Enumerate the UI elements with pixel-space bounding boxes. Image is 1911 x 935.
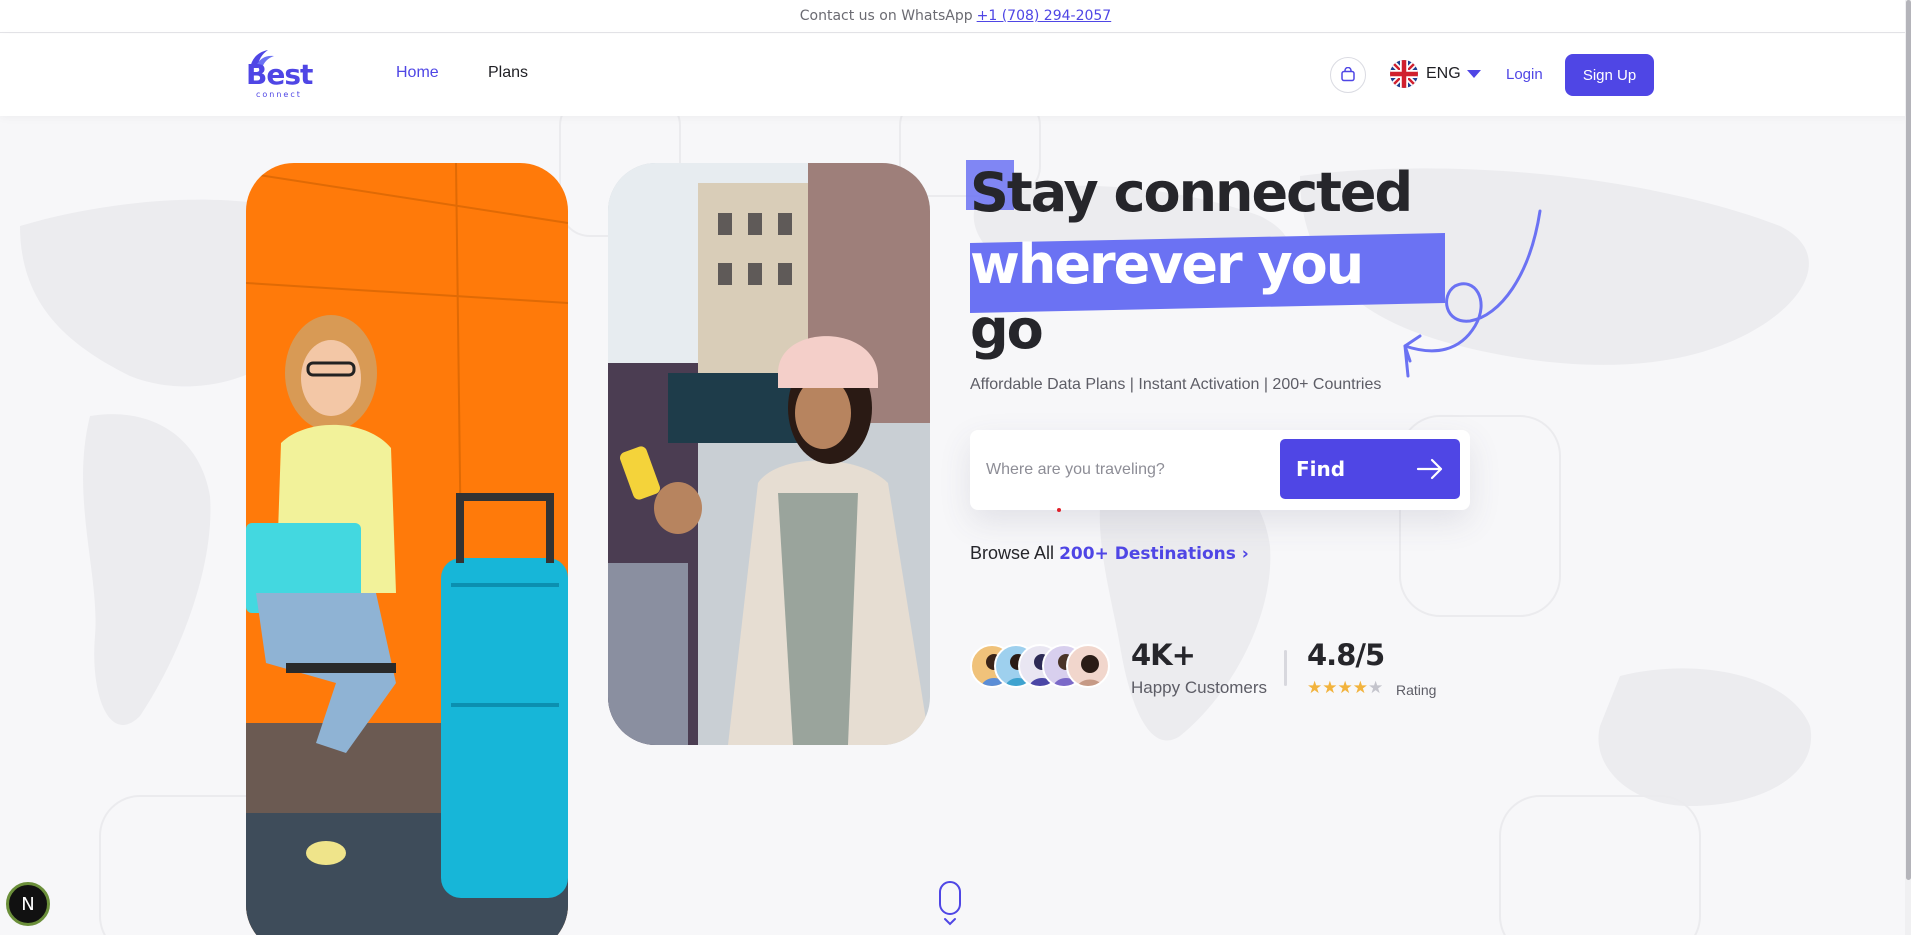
star-icon: ★: [1322, 678, 1338, 698]
star-icon: ★: [1352, 678, 1368, 698]
traveler-photo-left: [246, 163, 568, 935]
destination-search-input[interactable]: [986, 448, 1276, 492]
contact-text: Contact us on WhatsApp: [799, 8, 973, 24]
logo[interactable]: Best connect: [246, 48, 320, 102]
bag-icon: [1341, 67, 1355, 82]
whatsapp-phone-link[interactable]: +1 (708) 294-2057: [977, 8, 1112, 24]
stats-divider: [1284, 650, 1287, 686]
nav-home[interactable]: Home: [396, 64, 439, 82]
login-link[interactable]: Login: [1506, 66, 1543, 83]
star-icon: ★: [1337, 678, 1353, 698]
contact-bar: Contact us on WhatsApp +1 (708) 294-2057: [0, 0, 1911, 33]
find-button-label: Find: [1296, 457, 1346, 481]
rating-label: Rating: [1396, 682, 1437, 698]
customer-avatars: [970, 644, 1112, 692]
language-label[interactable]: ENG: [1426, 65, 1461, 83]
squiggle-arrow-icon: [1403, 209, 1542, 378]
cursor-dot: [1057, 508, 1061, 512]
rating-value: 4.8/5: [1307, 638, 1385, 672]
site-header: Best connect Home Plans ENG Login Sign U…: [0, 34, 1911, 116]
traveler-photo-right: [608, 163, 930, 745]
find-button[interactable]: Find: [1280, 439, 1460, 499]
star-icon: ★: [1368, 678, 1384, 698]
logo-wordmark: Best: [246, 58, 313, 91]
n-badge-icon[interactable]: N: [6, 882, 50, 926]
logo-subtext: connect: [256, 90, 302, 99]
page-scrollbar[interactable]: [1905, 0, 1911, 935]
signup-button[interactable]: Sign Up: [1565, 54, 1654, 96]
destination-search-box: Find: [970, 430, 1470, 510]
cart-button[interactable]: [1330, 57, 1366, 93]
scroll-down-indicator[interactable]: [939, 881, 961, 915]
headline-line-2: wherever you: [970, 233, 1364, 296]
star-icon: ★: [1307, 678, 1323, 698]
scrollbar-thumb[interactable]: [1906, 0, 1911, 880]
chevron-down-icon: [944, 918, 956, 926]
customers-count: 4K+: [1131, 638, 1196, 672]
browse-destinations: Browse All 200+ Destinations ›: [970, 543, 1249, 564]
chevron-down-icon[interactable]: [1467, 70, 1481, 78]
avatar: [1066, 644, 1110, 688]
arrow-right-icon: [1416, 458, 1443, 480]
customers-label: Happy Customers: [1131, 678, 1268, 697]
destinations-link[interactable]: 200+ Destinations ›: [1059, 544, 1249, 564]
headline-line-3: go: [970, 298, 1044, 361]
hero-subtitle: Affordable Data Plans | Instant Activati…: [970, 376, 1382, 393]
browse-prefix: Browse All: [970, 543, 1055, 563]
rating-stars: ★ ★ ★ ★ ★: [1307, 680, 1383, 697]
hero-section: Stay connected wherever you go Affordabl…: [0, 116, 1911, 935]
nav-plans[interactable]: Plans: [488, 64, 528, 82]
headline-line-1: Stay connected: [970, 161, 1413, 224]
uk-flag-icon[interactable]: [1390, 60, 1418, 88]
